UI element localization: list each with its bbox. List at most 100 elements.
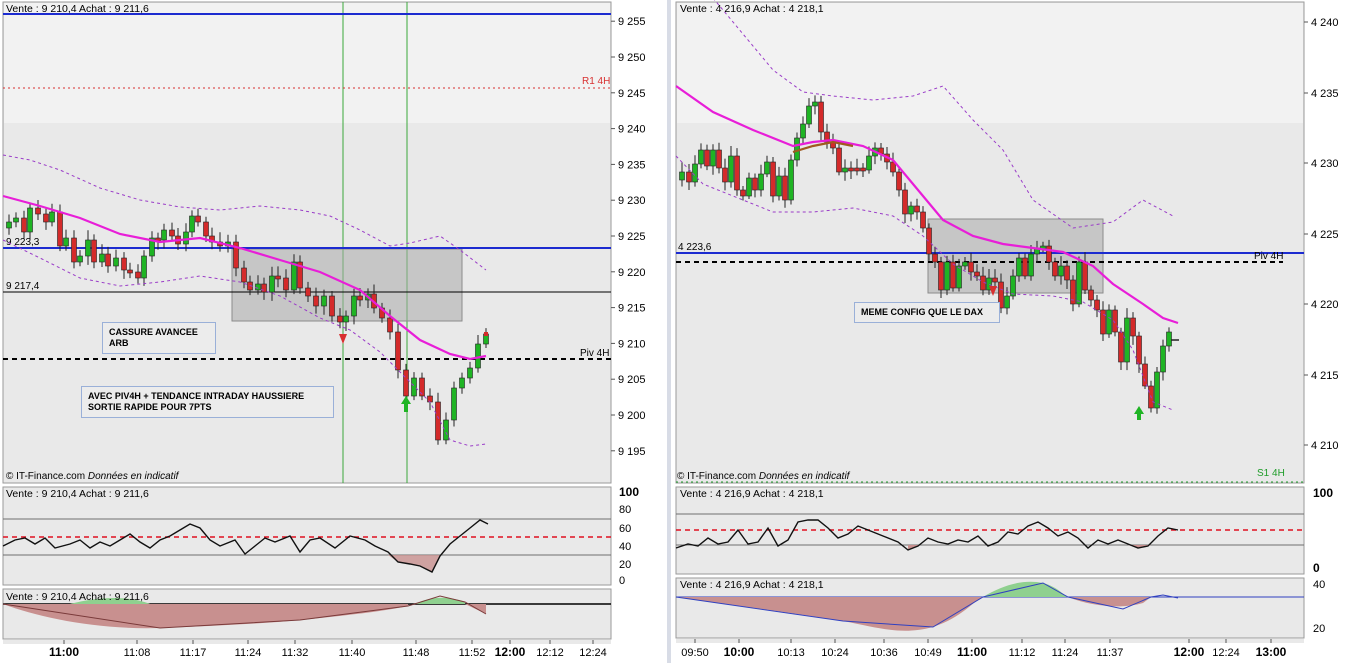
candle [806,105,812,125]
candle [842,167,848,173]
left-credit: © IT-Finance.com Données en indicatif [6,471,178,482]
annotation-line: AVEC PIV4H + TENDANCE INTRADAY HAUSSIERE [88,391,305,401]
plot-sheen [4,3,610,123]
candle [343,315,349,323]
price-tick-label: 4 210 [1311,440,1339,452]
price-tick-label: 9 230 [618,195,646,207]
candle [818,101,824,133]
candle [189,215,195,233]
candle [275,275,281,280]
candle [127,269,133,274]
candle [467,367,473,379]
credit-source: © IT-Finance.com [6,471,86,482]
candle [1118,331,1124,363]
right-credit: © IT-Finance.com Données en indicatif [677,471,849,482]
price-tick-label: 4 215 [1311,370,1339,382]
candle [99,253,105,263]
candle [291,261,297,291]
candle [255,283,261,291]
price-tick-label: 9 205 [618,374,646,386]
candle [1076,261,1082,305]
time-label: 11:24 [1052,647,1079,659]
candle [13,217,19,223]
candle [950,261,956,289]
candle [435,401,441,441]
candle [195,215,201,223]
annotation-exit: AVEC PIV4H + TENDANCE INTRADAY HAUSSIERE… [81,386,334,418]
left-osc1-header: Vente : 9 210,4 Achat : 9 211,6 [6,488,149,500]
candle [1124,317,1130,363]
pivot-label: Piv 4H [580,348,609,359]
time-axis-strip [3,640,611,644]
r1-label: R1 4H [582,76,610,87]
osc-axis-label: 40 [619,541,631,553]
candle [836,147,842,173]
candle [866,155,872,171]
candle [710,149,716,167]
candle [1130,317,1136,337]
time-label: 10:49 [914,647,942,659]
candle [337,315,343,323]
price-tick-label: 4 220 [1311,299,1339,311]
price-tick-label: 9 215 [618,303,646,315]
price-tick-label: 9 235 [618,159,646,171]
right-osc1-header: Vente : 4 216,9 Achat : 4 218,1 [680,488,824,500]
time-label: 09:50 [681,647,709,659]
annotation-same-config: MEME CONFIG QUE LE DAX [854,302,1000,323]
last-tick [484,332,488,336]
candle [908,205,914,215]
candle [974,271,980,277]
window-divider[interactable] [667,0,671,663]
candle [183,231,189,245]
price-tick-label: 9 245 [618,88,646,100]
candle [57,211,63,247]
candle [1028,253,1034,277]
candle [203,221,209,237]
candle [914,205,920,213]
osc-axis-label: 0 [1313,561,1320,575]
price-tick-label: 9 210 [618,338,646,350]
candle [716,149,722,169]
left-quote-header: Vente : 9 210,4 Achat : 9 211,6 [6,3,149,15]
price-tick-label: 4 240 [1311,17,1339,29]
candle [241,267,247,283]
time-label: 12:00 [1174,645,1205,659]
candle [692,163,698,183]
candle [746,177,752,197]
osc-axis-label: 40 [1313,579,1325,591]
price-tick-label: 4 225 [1311,229,1339,241]
candle [920,211,926,229]
level-label: 9 217,4 [6,281,40,292]
candle [896,171,902,191]
left-osc2-header: Vente : 9 210,4 Achat : 9 211,6 [6,591,149,603]
annotation-line: CASSURE AVANCEE [109,327,198,337]
candle [403,369,409,397]
candle [261,283,267,293]
osc-axis-label: 100 [1313,486,1333,500]
time-label: 11:32 [282,647,309,659]
candle [313,295,319,307]
candle [698,149,704,165]
right-quote-header: Vente : 4 216,9 Achat : 4 218,1 [680,3,824,15]
candle [451,387,457,421]
candle [63,237,69,247]
time-label: 10:13 [777,647,805,659]
left-oscillator-1[interactable]: 100 80 60 40 20 0 [0,486,666,586]
right-osc2-header: Vente : 4 216,9 Achat : 4 218,1 [680,579,824,591]
candle [932,253,938,263]
candle [854,167,860,172]
osc-area [2,486,612,586]
right-price-chart[interactable]: 4 240 4 235 4 230 4 225 4 220 4 215 4 210 4 223… [673,0,1364,486]
osc-axis-label: 0 [619,575,625,586]
credit-note: Données en indicatif [87,471,179,482]
candle [704,149,710,167]
time-label: 10:00 [724,645,755,659]
candle [305,287,311,297]
time-label: 13:00 [1256,645,1287,659]
time-label: 11:40 [339,647,366,659]
candle [1136,335,1142,365]
time-axis-strip [676,639,1304,643]
annotation-line: ARB [109,338,129,348]
candle [351,295,357,317]
time-label: 12:24 [579,647,607,659]
